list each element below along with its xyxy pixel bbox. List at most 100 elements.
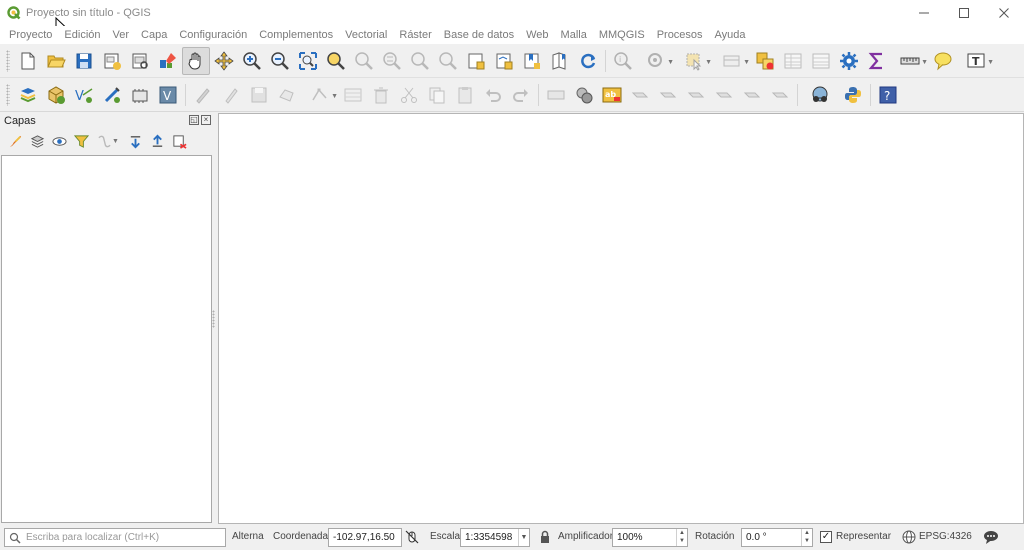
toggle-editing-button[interactable] [217,81,245,109]
python-console-button[interactable] [839,81,867,109]
menu-procesos[interactable]: Procesos [651,26,709,44]
identify-features-button[interactable]: i [609,47,637,75]
show-hide-labels-button[interactable] [682,81,710,109]
current-edits-button[interactable] [189,81,217,109]
cut-features-button[interactable] [395,81,423,109]
zoom-next-button[interactable] [434,47,462,75]
menu-mmqgis[interactable]: MMQGIS [593,26,651,44]
magnifier-spinbox[interactable]: 100% ▲ ▼ [612,528,688,547]
minimize-button[interactable] [904,0,944,26]
globe-icon[interactable] [902,530,916,544]
statistics-button[interactable] [863,47,891,75]
menu-ver[interactable]: Ver [107,26,136,44]
rotation-spinbox[interactable]: 0.0 ° ▲ ▼ [741,528,813,547]
field-calculator-button[interactable] [807,47,835,75]
new-bookmark-button[interactable] [518,47,546,75]
pan-map-button[interactable] [182,46,210,75]
open-layer-styling-button[interactable] [4,130,26,152]
save-project-button[interactable] [70,47,98,75]
processing-toolbox-button[interactable] [835,47,863,75]
layer-tree[interactable] [1,155,212,523]
map-tips-button[interactable] [929,47,957,75]
expand-all-button[interactable] [124,130,146,152]
measure-line-button[interactable]: ▼ [891,47,929,75]
change-label-button[interactable] [766,81,794,109]
manage-map-themes-button[interactable] [48,130,70,152]
layer-labeling-button[interactable] [570,81,598,109]
new-virtual-layer-button[interactable]: V [154,81,182,109]
menu-edicion[interactable]: Edición [58,26,106,44]
layout-manager-button[interactable] [126,47,154,75]
render-checkbox[interactable]: ✓ [820,531,832,543]
add-feature-button[interactable] [273,81,301,109]
zoom-native-button[interactable] [378,47,406,75]
new-shapefile-layer-button[interactable]: V [70,81,98,109]
toolbar-grip[interactable] [6,49,10,72]
menu-configuracion[interactable]: Configuración [173,26,253,44]
menu-ayuda[interactable]: Ayuda [709,26,752,44]
new-project-button[interactable] [14,47,42,75]
new-temporary-layer-button[interactable] [126,81,154,109]
menu-web[interactable]: Web [520,26,554,44]
menu-base-de-datos[interactable]: Base de datos [438,26,520,44]
new-geopackage-layer-button[interactable] [42,81,70,109]
map-canvas[interactable] [218,113,1024,524]
menu-proyecto[interactable]: Proyecto [3,26,58,44]
toggle-extents-label[interactable]: Alterna [232,531,264,542]
new-map-view-button[interactable] [462,47,490,75]
copy-features-button[interactable] [423,81,451,109]
filter-by-expression-button[interactable]: ▼ [92,130,124,152]
new-3d-view-button[interactable] [490,47,518,75]
undo-button[interactable] [479,81,507,109]
save-edits-button[interactable] [245,81,273,109]
chevron-down-icon[interactable]: ▼ [518,529,529,546]
show-bookmarks-button[interactable] [546,47,574,75]
open-project-button[interactable] [42,47,70,75]
paste-features-button[interactable] [451,81,479,109]
style-manager-button[interactable] [154,47,182,75]
coordinate-field[interactable]: -102.97,16.50 [328,528,402,547]
help-button[interactable]: ? [874,81,902,109]
lock-icon[interactable] [538,530,552,544]
pin-unpin-labels-button[interactable] [654,81,682,109]
rotate-label-button[interactable] [738,81,766,109]
new-print-layout-button[interactable] [98,47,126,75]
collapse-all-button[interactable] [146,130,168,152]
pan-to-selection-button[interactable] [210,47,238,75]
highlight-pinned-button[interactable] [626,81,654,109]
attribute-table-button[interactable] [779,47,807,75]
menu-vectorial[interactable]: Vectorial [339,26,393,44]
spinner-arrows-icon[interactable]: ▲ ▼ [801,529,812,546]
move-label-button[interactable] [710,81,738,109]
remove-layer-button[interactable] [168,130,190,152]
vertex-tool-button[interactable]: ▼ [301,81,339,109]
zoom-to-selection-button[interactable] [322,47,350,75]
menu-complementos[interactable]: Complementos [253,26,339,44]
toolbar-grip[interactable] [6,83,10,106]
zoom-full-button[interactable] [294,47,322,75]
zoom-last-button[interactable] [406,47,434,75]
maximize-button[interactable] [944,0,984,26]
mouse-coordinate-toggle-icon[interactable] [405,530,419,544]
close-panel-icon[interactable]: × [201,115,211,125]
crs-button[interactable]: EPSG:4326 [919,531,972,542]
menu-capa[interactable]: Capa [135,26,173,44]
deselect-all-button[interactable] [751,47,779,75]
menu-malla[interactable]: Malla [555,26,593,44]
zoom-in-button[interactable] [238,47,266,75]
locator-bar[interactable] [4,528,226,547]
label-toolbar-button[interactable] [542,81,570,109]
float-panel-icon[interactable]: ◱ [189,115,199,125]
diagram-button[interactable]: ab [598,81,626,109]
zoom-out-button[interactable] [266,47,294,75]
locator-input[interactable] [26,532,216,543]
run-action-button[interactable]: ▼ [637,47,675,75]
select-features-button[interactable]: ▼ [675,47,713,75]
spinner-arrows-icon[interactable]: ▲ ▼ [676,529,687,546]
messages-icon[interactable] [983,530,999,544]
new-spatialite-layer-button[interactable] [98,81,126,109]
menu-raster[interactable]: Ráster [393,26,437,44]
data-source-manager-button[interactable] [14,81,42,109]
add-group-button[interactable] [26,130,48,152]
delete-selected-button[interactable] [367,81,395,109]
